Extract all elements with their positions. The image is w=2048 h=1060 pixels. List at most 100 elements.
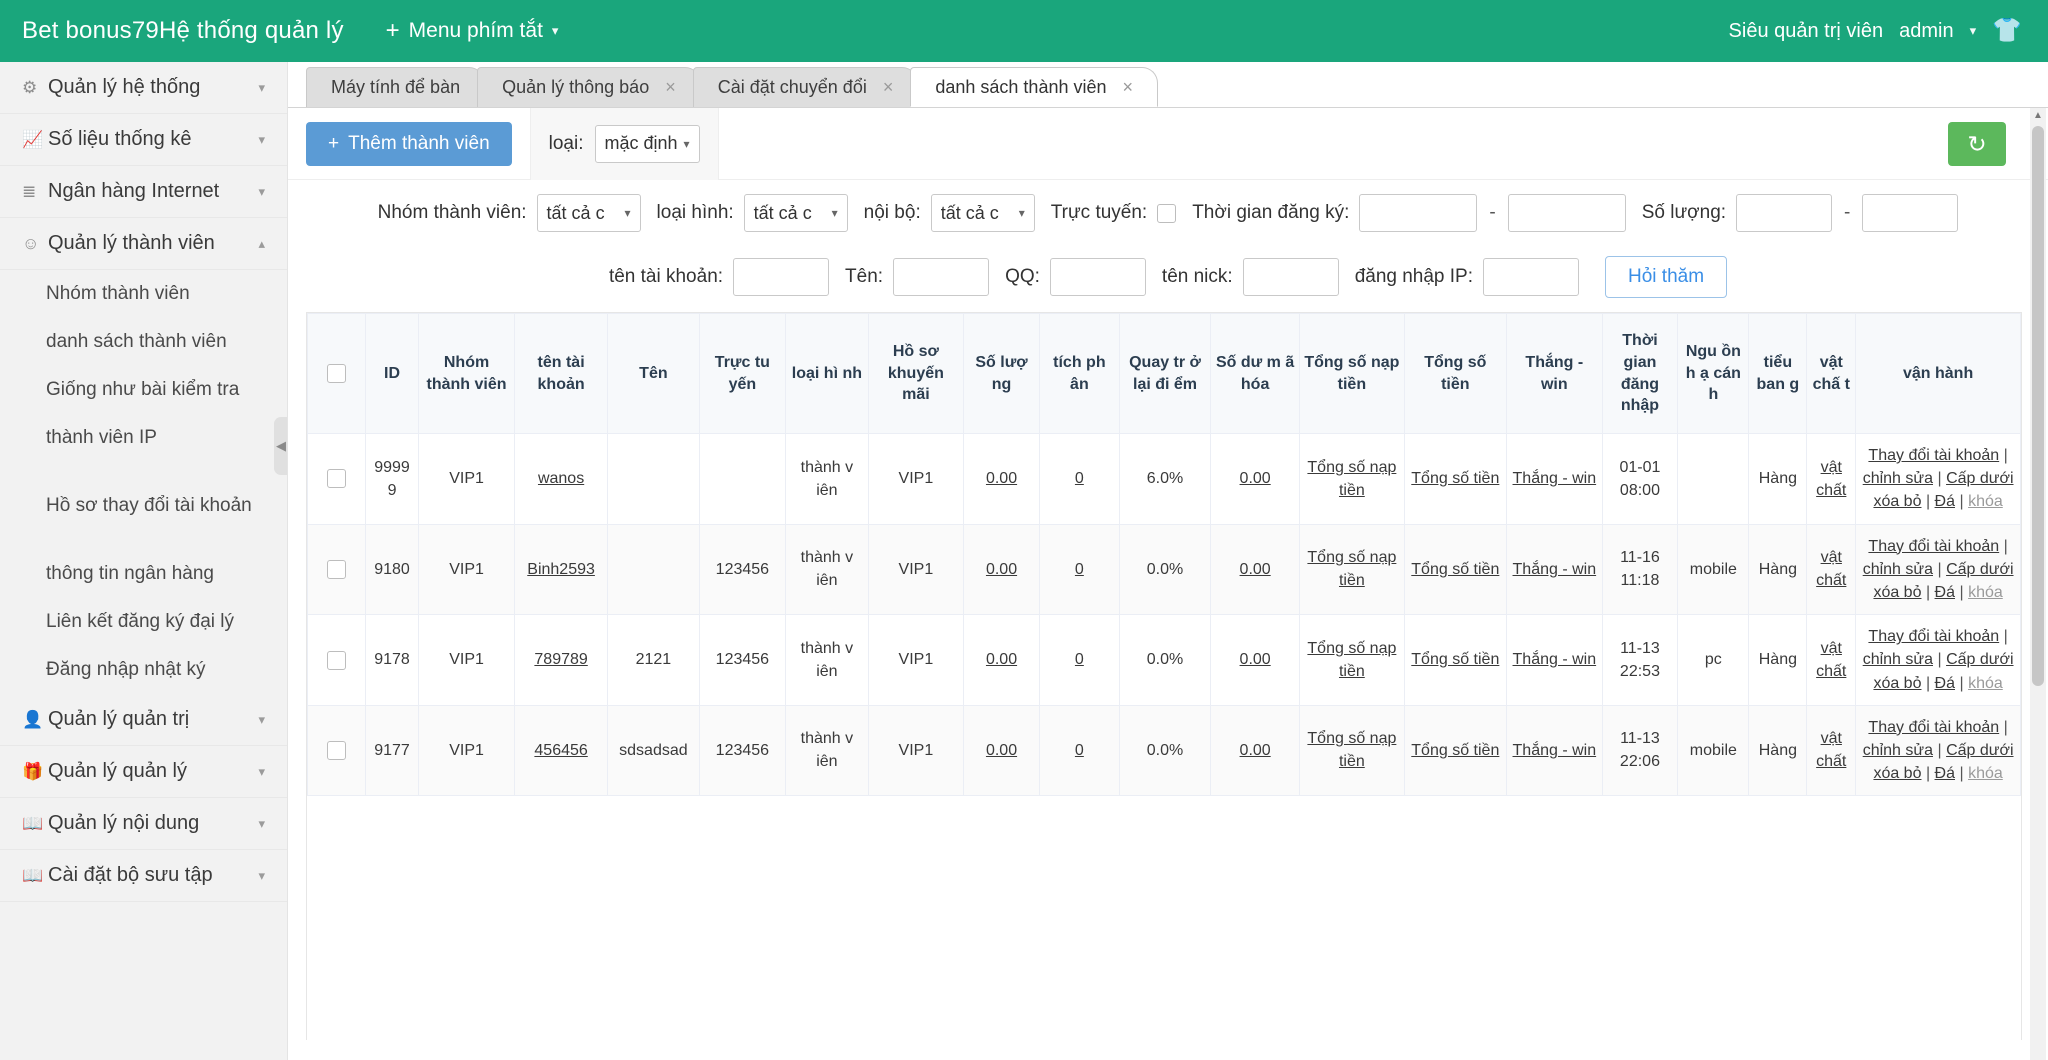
subordinate-link[interactable]: Cấp dưới: [1946, 470, 2013, 487]
sidebar-item-internet-banking[interactable]: ≣ Ngân hàng Internet ▾: [0, 166, 287, 218]
shirt-icon[interactable]: 👕: [1992, 19, 2022, 43]
row-checkbox[interactable]: [327, 651, 346, 670]
account-link[interactable]: wanos: [538, 470, 584, 487]
query-button[interactable]: Hỏi thăm: [1605, 256, 1727, 298]
account-input[interactable]: [733, 258, 829, 296]
lock-link[interactable]: khóa: [1968, 765, 2003, 782]
cell-encrypted-balance[interactable]: 0.00: [1211, 705, 1300, 796]
cell-material[interactable]: vật chất: [1807, 705, 1856, 796]
qq-input[interactable]: [1050, 258, 1146, 296]
win-link[interactable]: Thắng - win: [1513, 742, 1597, 759]
chevron-down-icon[interactable]: ▾: [1970, 23, 1977, 39]
cell-points[interactable]: 0: [1039, 615, 1119, 706]
material-link[interactable]: vật chất: [1816, 549, 1846, 589]
total-amount-link[interactable]: Tổng số tiền: [1411, 742, 1499, 759]
table-row[interactable]: 9180 VIP1 Binh2593 123456 thành v iên VI…: [308, 524, 2021, 615]
encrypted-balance-link[interactable]: 0.00: [1240, 470, 1271, 487]
points-link[interactable]: 0: [1075, 742, 1084, 759]
account-link[interactable]: 456456: [534, 742, 587, 759]
subordinate-link[interactable]: Cấp dưới: [1946, 742, 2013, 759]
quantity-link[interactable]: 0.00: [986, 470, 1017, 487]
cell-points[interactable]: 0: [1039, 705, 1119, 796]
change-account-link[interactable]: Thay đổi tài khoản: [1868, 538, 1999, 555]
edit-link[interactable]: chỉnh sửa: [1863, 470, 1933, 487]
delete-link[interactable]: xóa bỏ: [1873, 493, 1921, 510]
cell-total-amount[interactable]: Tổng số tiền: [1404, 524, 1506, 615]
quantity-from-input[interactable]: [1736, 194, 1832, 232]
cell-points[interactable]: 0: [1039, 434, 1119, 525]
login-ip-input[interactable]: [1483, 258, 1579, 296]
cell-account-name[interactable]: 789789: [514, 615, 607, 706]
type-select[interactable]: mặc định ▾: [595, 125, 700, 163]
sidebar-item-admin-management[interactable]: 👤 Quản lý quản trị ▾: [0, 694, 287, 746]
tab-notification-management[interactable]: Quản lý thông báo ×: [477, 67, 701, 107]
table-row[interactable]: 99999 VIP1 wanos thành v iên VIP1 0.00 0…: [308, 434, 2021, 525]
cell-total-deposit[interactable]: Tổng số nạp tiền: [1300, 524, 1405, 615]
register-time-from-input[interactable]: [1359, 194, 1477, 232]
cell-quantity[interactable]: 0.00: [964, 705, 1040, 796]
cell-material[interactable]: vật chất: [1807, 524, 1856, 615]
sidebar-subitem-login-log[interactable]: Đăng nhập nhật ký: [0, 646, 287, 694]
add-member-button[interactable]: + Thêm thành viên: [306, 122, 512, 166]
scrollbar-thumb[interactable]: [2032, 126, 2044, 686]
change-account-link[interactable]: Thay đổi tài khoản: [1868, 628, 1999, 645]
cell-quantity[interactable]: 0.00: [964, 524, 1040, 615]
encrypted-balance-link[interactable]: 0.00: [1240, 651, 1271, 668]
delete-link[interactable]: xóa bỏ: [1873, 584, 1921, 601]
encrypted-balance-link[interactable]: 0.00: [1240, 742, 1271, 759]
material-link[interactable]: vật chất: [1816, 640, 1846, 680]
sidebar-subitem-member-group[interactable]: Nhóm thành viên: [0, 270, 287, 318]
tab-desktop[interactable]: Máy tính để bàn: [306, 67, 485, 107]
lock-link[interactable]: khóa: [1968, 584, 2003, 601]
table-row[interactable]: 9177 VIP1 456456 sdsadsad 123456 thành v…: [308, 705, 2021, 796]
close-icon[interactable]: ×: [1123, 77, 1134, 98]
sidebar-item-collection-settings[interactable]: 📖 Cài đặt bộ sưu tập ▾: [0, 850, 287, 902]
close-icon[interactable]: ×: [665, 77, 676, 98]
total-deposit-link[interactable]: Tổng số nạp tiền: [1307, 640, 1396, 680]
close-icon[interactable]: ×: [883, 77, 894, 98]
quantity-link[interactable]: 0.00: [986, 651, 1017, 668]
sidebar-subitem-bank-info[interactable]: thông tin ngân hàng: [0, 550, 287, 598]
material-link[interactable]: vật chất: [1816, 459, 1846, 499]
cell-quantity[interactable]: 0.00: [964, 615, 1040, 706]
delete-link[interactable]: xóa bỏ: [1873, 765, 1921, 782]
cell-account-name[interactable]: wanos: [514, 434, 607, 525]
total-amount-link[interactable]: Tổng số tiền: [1411, 470, 1499, 487]
cell-total-amount[interactable]: Tổng số tiền: [1404, 615, 1506, 706]
cell-total-deposit[interactable]: Tổng số nạp tiền: [1300, 615, 1405, 706]
cell-material[interactable]: vật chất: [1807, 615, 1856, 706]
win-link[interactable]: Thắng - win: [1513, 561, 1597, 578]
cell-encrypted-balance[interactable]: 0.00: [1211, 434, 1300, 525]
material-link[interactable]: vật chất: [1816, 730, 1846, 770]
kick-link[interactable]: Đá: [1935, 584, 1955, 601]
sidebar-item-content-management[interactable]: 📖 Quản lý nội dung ▾: [0, 798, 287, 850]
shortcut-menu-button[interactable]: + Menu phím tắt ▾: [386, 19, 559, 43]
win-link[interactable]: Thắng - win: [1513, 470, 1597, 487]
edit-link[interactable]: chỉnh sửa: [1863, 742, 1933, 759]
cell-account-name[interactable]: Binh2593: [514, 524, 607, 615]
row-checkbox[interactable]: [327, 469, 346, 488]
row-checkbox[interactable]: [327, 560, 346, 579]
subordinate-link[interactable]: Cấp dưới: [1946, 651, 2013, 668]
total-deposit-link[interactable]: Tổng số nạp tiền: [1307, 549, 1396, 589]
admin-name[interactable]: admin: [1899, 20, 1953, 43]
account-link[interactable]: Binh2593: [527, 561, 595, 578]
kick-link[interactable]: Đá: [1935, 493, 1955, 510]
cell-material[interactable]: vật chất: [1807, 434, 1856, 525]
total-deposit-link[interactable]: Tổng số nạp tiền: [1307, 459, 1396, 499]
sidebar-subitem-like-test[interactable]: Giống như bài kiểm tra: [0, 366, 287, 414]
sidebar-subitem-member-ip[interactable]: thành viên IP: [0, 414, 287, 462]
edit-link[interactable]: chỉnh sửa: [1863, 651, 1933, 668]
cell-quantity[interactable]: 0.00: [964, 434, 1040, 525]
sidebar-item-system-management[interactable]: ⚙ Quản lý hệ thống ▾: [0, 62, 287, 114]
quantity-link[interactable]: 0.00: [986, 561, 1017, 578]
lock-link[interactable]: khóa: [1968, 493, 2003, 510]
cell-encrypted-balance[interactable]: 0.00: [1211, 524, 1300, 615]
sidebar-item-member-management[interactable]: ☺ Quản lý thành viên ▴: [0, 218, 287, 270]
cell-points[interactable]: 0: [1039, 524, 1119, 615]
cell-win[interactable]: Thắng - win: [1506, 615, 1602, 706]
cell-account-name[interactable]: 456456: [514, 705, 607, 796]
sidebar-subitem-agent-register-link[interactable]: Liên kết đăng ký đại lý: [0, 598, 287, 646]
register-time-to-input[interactable]: [1508, 194, 1626, 232]
sidebar-item-statistics[interactable]: 📈 Số liệu thống kê ▾: [0, 114, 287, 166]
